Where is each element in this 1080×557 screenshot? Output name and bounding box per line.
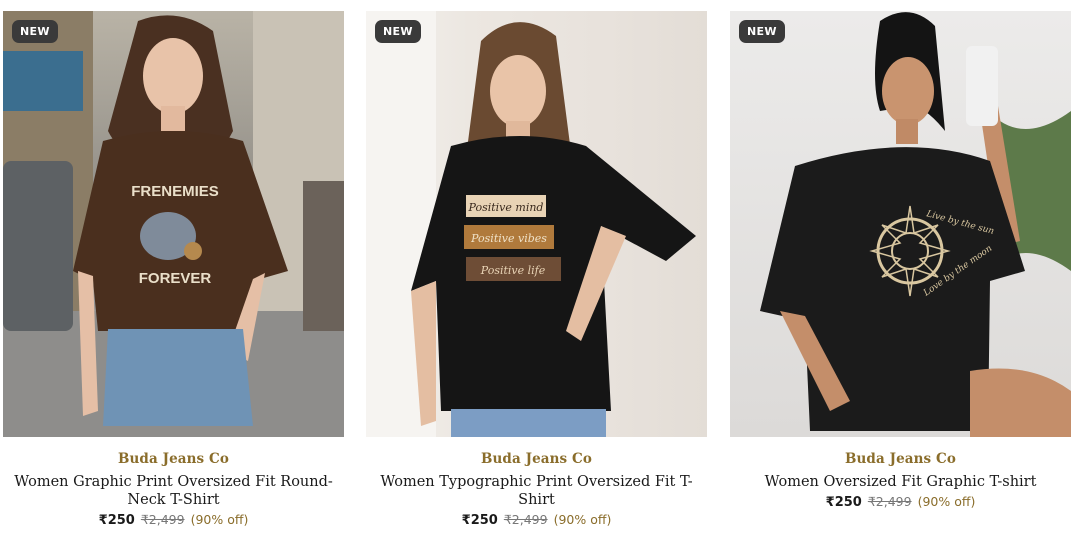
product-title[interactable]: Women Oversized Fit Graphic T-shirt — [730, 473, 1071, 491]
new-badge: NEW — [739, 20, 785, 43]
price-row: ₹250 ₹2,499 (90% off) — [366, 512, 707, 529]
product-image[interactable]: Positive mind Positive vibes Positive li… — [366, 11, 707, 437]
price-row: ₹250 ₹2,499 (90% off) — [3, 512, 344, 529]
product-info: Buda Jeans Co Women Oversized Fit Graphi… — [730, 451, 1071, 511]
print-line-3: Positive life — [480, 264, 546, 277]
print-line-2: Positive vibes — [470, 232, 547, 245]
discount-label: (90% off) — [917, 494, 976, 509]
product-photo-2: Positive mind Positive vibes Positive li… — [366, 11, 696, 437]
price-row: ₹250 ₹2,499 (90% off) — [730, 494, 1071, 511]
print-line-1: FRENEMIES — [131, 183, 219, 200]
new-badge: NEW — [375, 20, 421, 43]
brand-name: Buda Jeans Co — [844, 451, 956, 467]
original-price: ₹2,499 — [503, 512, 548, 527]
original-price: ₹2,499 — [867, 494, 912, 509]
sale-price: ₹250 — [825, 495, 862, 510]
new-badge: NEW — [12, 20, 58, 43]
sale-price: ₹250 — [461, 513, 498, 528]
brand-name: Buda Jeans Co — [117, 451, 229, 467]
discount-label: (90% off) — [190, 512, 249, 527]
product-grid: FRENEMIES FOREVER NEW Buda Jeans Co Wome… — [0, 0, 1080, 557]
print-line-2: FOREVER — [139, 270, 212, 287]
product-photo-3: Live by the sun Love by the moon — [760, 12, 1071, 437]
print-line-1: Positive mind — [468, 201, 544, 214]
product-card[interactable]: FRENEMIES FOREVER NEW Buda Jeans Co Wome… — [3, 11, 344, 529]
product-title[interactable]: Women Typographic Print Oversized Fit T-… — [366, 473, 707, 509]
discount-label: (90% off) — [553, 512, 612, 527]
sale-price: ₹250 — [98, 513, 135, 528]
product-info: Buda Jeans Co Women Graphic Print Oversi… — [3, 451, 344, 529]
original-price: ₹2,499 — [140, 512, 185, 527]
product-card[interactable]: Positive mind Positive vibes Positive li… — [366, 11, 707, 529]
product-info: Buda Jeans Co Women Typographic Print Ov… — [366, 451, 707, 529]
product-title[interactable]: Women Graphic Print Oversized Fit Round-… — [3, 473, 344, 509]
product-photo-1: FRENEMIES FOREVER — [3, 11, 344, 437]
product-card[interactable]: Live by the sun Love by the moon NEW Bud… — [730, 11, 1071, 511]
brand-name: Buda Jeans Co — [480, 451, 592, 467]
product-image[interactable]: Live by the sun Love by the moon NEW — [730, 11, 1071, 437]
product-image[interactable]: FRENEMIES FOREVER NEW — [3, 11, 344, 437]
